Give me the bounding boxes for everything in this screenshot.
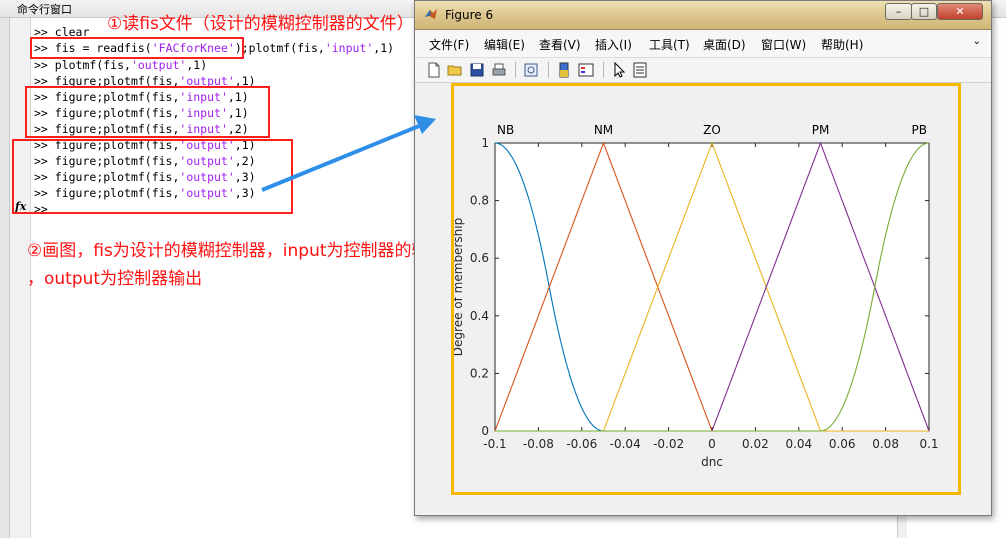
annotation-arrow xyxy=(261,115,436,192)
